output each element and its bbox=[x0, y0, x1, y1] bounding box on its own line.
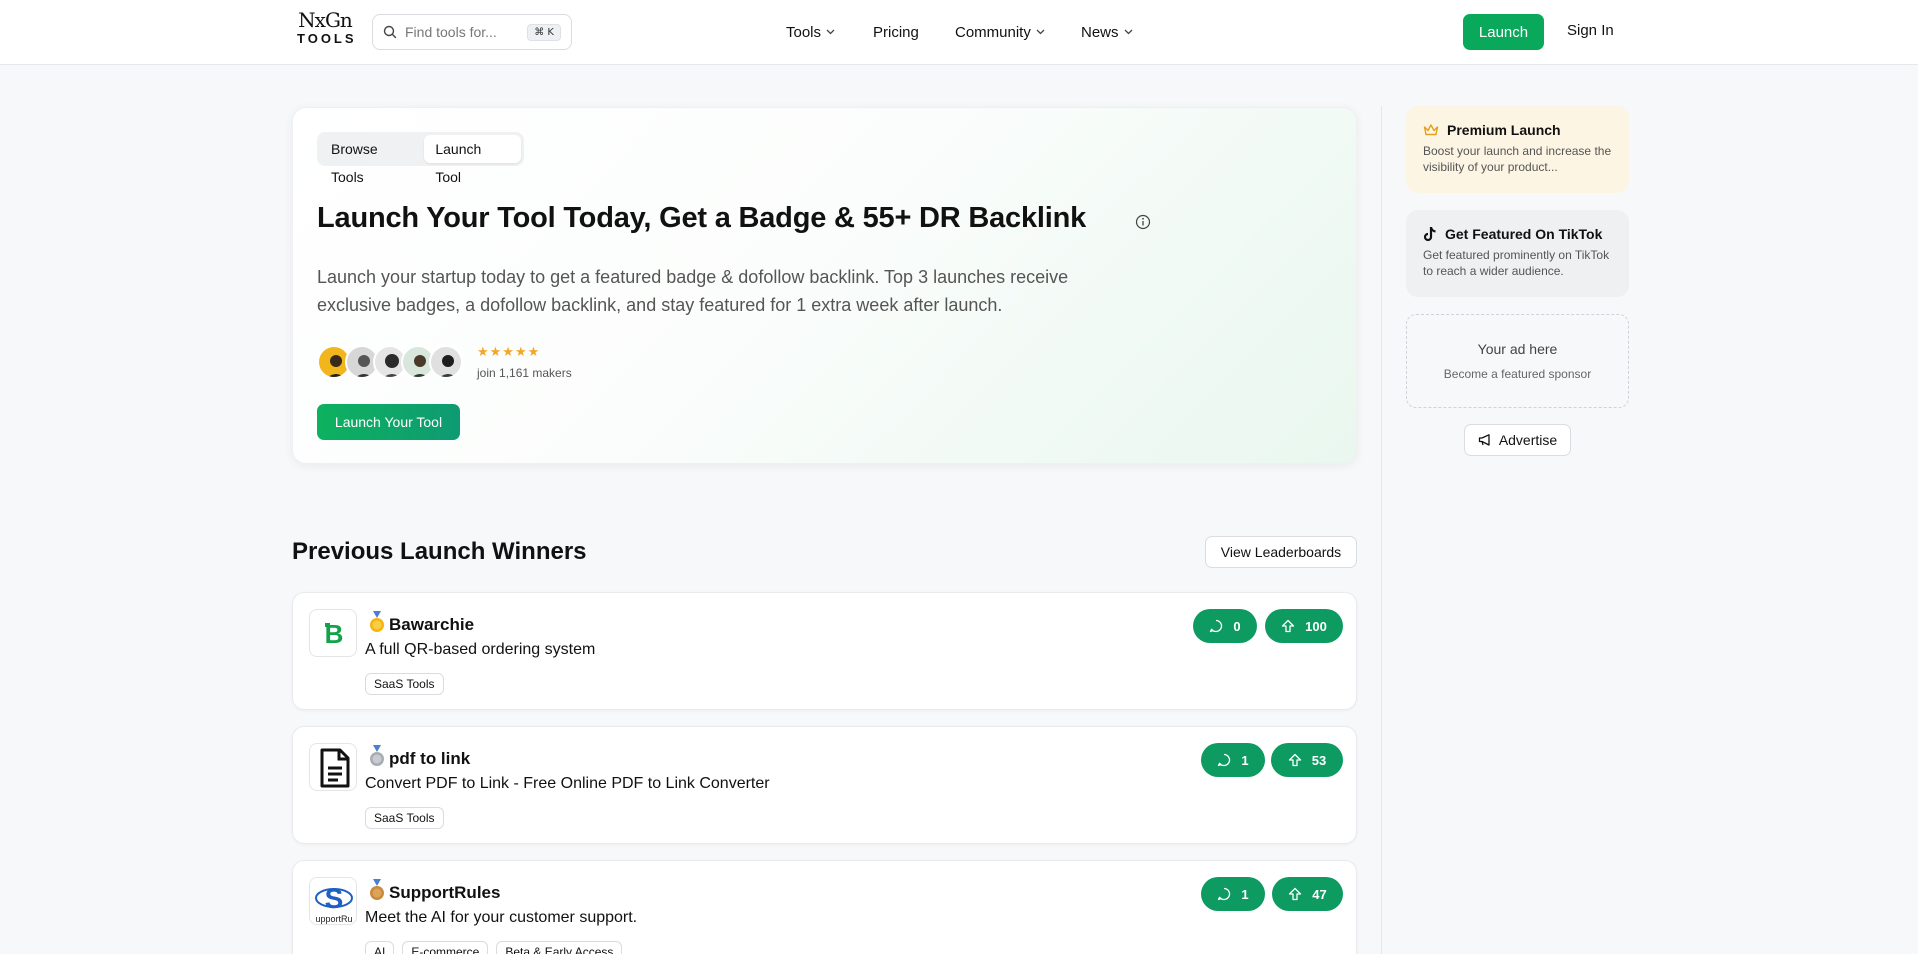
tag[interactable]: Beta & Early Access bbox=[496, 941, 623, 954]
premium-launch-title: Premium Launch bbox=[1447, 122, 1561, 138]
nav-community[interactable]: Community bbox=[955, 0, 1045, 64]
sidebar-divider bbox=[1381, 106, 1382, 954]
tiktok-featured-card[interactable]: Get Featured On TikTok Get featured prom… bbox=[1406, 210, 1629, 297]
svg-text:upportRu: upportRu bbox=[315, 914, 352, 924]
hero-card: Browse Tools Launch Tool Launch Your Too… bbox=[292, 107, 1357, 464]
upvote-button[interactable]: 100 bbox=[1265, 609, 1343, 643]
nav-community-label: Community bbox=[955, 23, 1031, 41]
advertise-button[interactable]: Advertise bbox=[1464, 424, 1571, 456]
tag[interactable]: SaaS Tools bbox=[365, 807, 444, 829]
chevron-down-icon bbox=[1036, 29, 1045, 35]
search-input[interactable] bbox=[405, 24, 517, 40]
comment-count: 1 bbox=[1241, 886, 1249, 902]
tool-logo: SupportRu bbox=[309, 877, 357, 925]
upvote-arrow-icon bbox=[1289, 887, 1302, 901]
tool-tagline: Convert PDF to Link - Free Online PDF to… bbox=[365, 775, 770, 792]
comment-icon bbox=[1218, 753, 1231, 767]
tool-name[interactable]: pdf to link bbox=[389, 749, 470, 769]
ad-placeholder[interactable]: Your ad here Become a featured sponsor bbox=[1406, 314, 1629, 408]
chevron-down-icon bbox=[826, 29, 835, 35]
ad-subtitle: Become a featured sponsor bbox=[1443, 367, 1592, 381]
makers-count: join 1,161 makers bbox=[477, 366, 572, 380]
nav-pricing-label: Pricing bbox=[873, 23, 919, 41]
tool-name[interactable]: SupportRules bbox=[389, 883, 500, 903]
svg-text:S: S bbox=[325, 883, 344, 914]
section-title: Previous Launch Winners bbox=[292, 538, 587, 565]
bronze-medal-icon bbox=[370, 879, 384, 900]
advertise-label: Advertise bbox=[1498, 432, 1558, 448]
hero-description: Launch your startup today to get a featu… bbox=[317, 267, 1069, 315]
logo-mark: NxGn bbox=[298, 8, 353, 32]
nav-tools[interactable]: Tools bbox=[786, 0, 835, 64]
tag[interactable]: E-commerce bbox=[402, 941, 489, 954]
avatar bbox=[429, 345, 463, 379]
comment-icon bbox=[1218, 887, 1231, 901]
top-nav-bar: NxGn TOOLS ⌘ K Tools Pricing Community N… bbox=[0, 0, 1918, 65]
upvote-count: 100 bbox=[1305, 618, 1327, 634]
nav-news-label: News bbox=[1081, 23, 1119, 41]
nav-pricing[interactable]: Pricing bbox=[873, 0, 919, 64]
comment-count: 1 bbox=[1241, 752, 1249, 768]
megaphone-icon bbox=[1478, 434, 1490, 446]
launch-card[interactable]: pdf to link Convert PDF to Link - Free O… bbox=[292, 726, 1357, 844]
gold-medal-icon bbox=[370, 611, 384, 632]
view-leaderboards-button[interactable]: View Leaderboards bbox=[1205, 536, 1357, 568]
launch-card[interactable]: B Bawarchie A full QR-based ordering sys… bbox=[292, 592, 1357, 710]
tool-logo: B bbox=[309, 609, 357, 657]
comments-button[interactable]: 0 bbox=[1193, 609, 1257, 643]
tool-logo bbox=[309, 743, 357, 791]
sign-in-link[interactable]: Sign In bbox=[1567, 22, 1614, 39]
premium-launch-card[interactable]: Premium Launch Boost your launch and inc… bbox=[1406, 106, 1629, 193]
tool-tagline: Meet the AI for your customer support. bbox=[365, 909, 638, 926]
tag-list: SaaS Tools bbox=[365, 673, 444, 695]
mode-toggle: Browse Tools Launch Tool bbox=[317, 132, 524, 185]
tiktok-featured-title: Get Featured On TikTok bbox=[1445, 226, 1603, 242]
comments-button[interactable]: 1 bbox=[1201, 743, 1265, 777]
comments-button[interactable]: 1 bbox=[1201, 877, 1265, 911]
tag-list: SaaS Tools bbox=[365, 807, 444, 829]
nav-news[interactable]: News bbox=[1081, 0, 1133, 64]
logo-wordmark: TOOLS bbox=[297, 31, 357, 46]
premium-launch-description: Boost your launch and increase the visib… bbox=[1423, 144, 1612, 174]
upvote-arrow-icon bbox=[1288, 753, 1301, 767]
search-shortcut-badge: ⌘ K bbox=[527, 23, 561, 41]
tag-list: AI E-commerce Beta & Early Access bbox=[365, 941, 623, 954]
upvote-button[interactable]: 53 bbox=[1271, 743, 1343, 777]
upvote-count: 47 bbox=[1312, 886, 1327, 902]
tab-browse-tools[interactable]: Browse Tools bbox=[320, 135, 424, 185]
crown-icon bbox=[1423, 124, 1439, 136]
comment-count: 0 bbox=[1233, 618, 1241, 634]
tiktok-icon bbox=[1423, 227, 1436, 242]
chevron-down-icon bbox=[1124, 29, 1132, 35]
launch-your-tool-button[interactable]: Launch Your Tool bbox=[317, 404, 460, 440]
tool-name[interactable]: Bawarchie bbox=[389, 615, 474, 635]
launch-button[interactable]: Launch bbox=[1463, 14, 1544, 50]
search-box[interactable]: ⌘ K bbox=[372, 14, 572, 50]
tab-launch-tool[interactable]: Launch Tool bbox=[424, 135, 521, 185]
comment-icon bbox=[1210, 619, 1223, 633]
rating-stars: ★★★★★ bbox=[477, 344, 541, 359]
tiktok-featured-description: Get featured prominently on TikTok to re… bbox=[1423, 248, 1610, 278]
silver-medal-icon bbox=[370, 745, 384, 766]
site-logo[interactable]: NxGn TOOLS bbox=[297, 8, 357, 50]
launch-card[interactable]: SupportRu SupportRules Meet the AI for y… bbox=[292, 860, 1357, 954]
maker-avatars bbox=[317, 345, 467, 379]
nav-tools-label: Tools bbox=[786, 23, 822, 41]
page-title: Launch Your Tool Today, Get a Badge & 55… bbox=[317, 202, 1087, 234]
tool-tagline: A full QR-based ordering system bbox=[365, 641, 596, 658]
info-icon[interactable] bbox=[1135, 214, 1151, 230]
tag[interactable]: SaaS Tools bbox=[365, 673, 444, 695]
upvote-button[interactable]: 47 bbox=[1272, 877, 1343, 911]
upvote-arrow-icon bbox=[1281, 619, 1295, 633]
ad-title: Your ad here bbox=[1477, 341, 1558, 357]
search-icon bbox=[383, 25, 397, 39]
upvote-count: 53 bbox=[1311, 752, 1327, 768]
tag[interactable]: AI bbox=[365, 941, 395, 954]
